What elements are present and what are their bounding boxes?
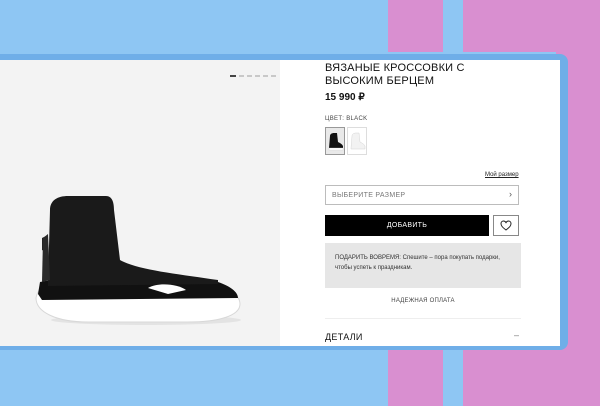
size-select-placeholder: ВЫБЕРИТЕ РАЗМЕР bbox=[332, 192, 406, 199]
gallery-dot[interactable] bbox=[230, 75, 236, 77]
heart-icon bbox=[500, 220, 512, 231]
product-price: 15 990 ₽ bbox=[325, 92, 365, 103]
color-label: ЦВЕТ: BLACK bbox=[325, 116, 368, 122]
product-title: ВЯЗАНЫЕ КРОССОВКИ С ВЫСОКИМ БЕРЦЕМ bbox=[325, 62, 465, 87]
promo-text: ПОДАРИТЬ ВОВРЕМЯ: Спешите – пора покупат… bbox=[335, 255, 500, 271]
size-select[interactable]: ВЫБЕРИТЕ РАЗМЕР › bbox=[325, 185, 519, 205]
background-pink-block-top bbox=[388, 0, 600, 52]
promo-banner: ПОДАРИТЬ ВОВРЕМЯ: Спешите – пора покупат… bbox=[325, 243, 521, 288]
color-swatch-white[interactable] bbox=[347, 127, 367, 155]
gallery-dot[interactable] bbox=[263, 75, 268, 77]
secure-payment-label[interactable]: НАДЕЖНАЯ ОПЛАТА bbox=[325, 298, 521, 304]
minus-icon[interactable]: – bbox=[514, 330, 519, 340]
gallery-dot[interactable] bbox=[271, 75, 276, 77]
gallery-dot[interactable] bbox=[239, 75, 244, 77]
gallery-pagination[interactable] bbox=[230, 75, 276, 77]
shoe-thumbnail-icon bbox=[350, 132, 366, 150]
color-swatch-black[interactable] bbox=[325, 127, 345, 155]
shoe-thumbnail-icon bbox=[328, 133, 344, 151]
divider bbox=[325, 318, 521, 319]
product-image bbox=[35, 196, 241, 325]
background-stripe-top bbox=[443, 0, 463, 52]
add-to-cart-button[interactable]: ДОБАВИТЬ bbox=[325, 215, 489, 236]
background-stripe-bottom bbox=[443, 350, 463, 406]
chevron-right-icon: › bbox=[509, 189, 512, 199]
product-page: ВЯЗАНЫЕ КРОССОВКИ С ВЫСОКИМ БЕРЦЕМ 15 99… bbox=[0, 60, 560, 346]
product-gallery[interactable] bbox=[0, 60, 280, 346]
size-guide-link[interactable]: Мой размер bbox=[485, 172, 519, 178]
gallery-dot[interactable] bbox=[255, 75, 260, 77]
details-accordion-title[interactable]: ДЕТАЛИ bbox=[325, 332, 363, 342]
wishlist-button[interactable] bbox=[493, 215, 519, 236]
background-pink-block-bottom bbox=[388, 350, 600, 406]
gallery-dot[interactable] bbox=[247, 75, 252, 77]
